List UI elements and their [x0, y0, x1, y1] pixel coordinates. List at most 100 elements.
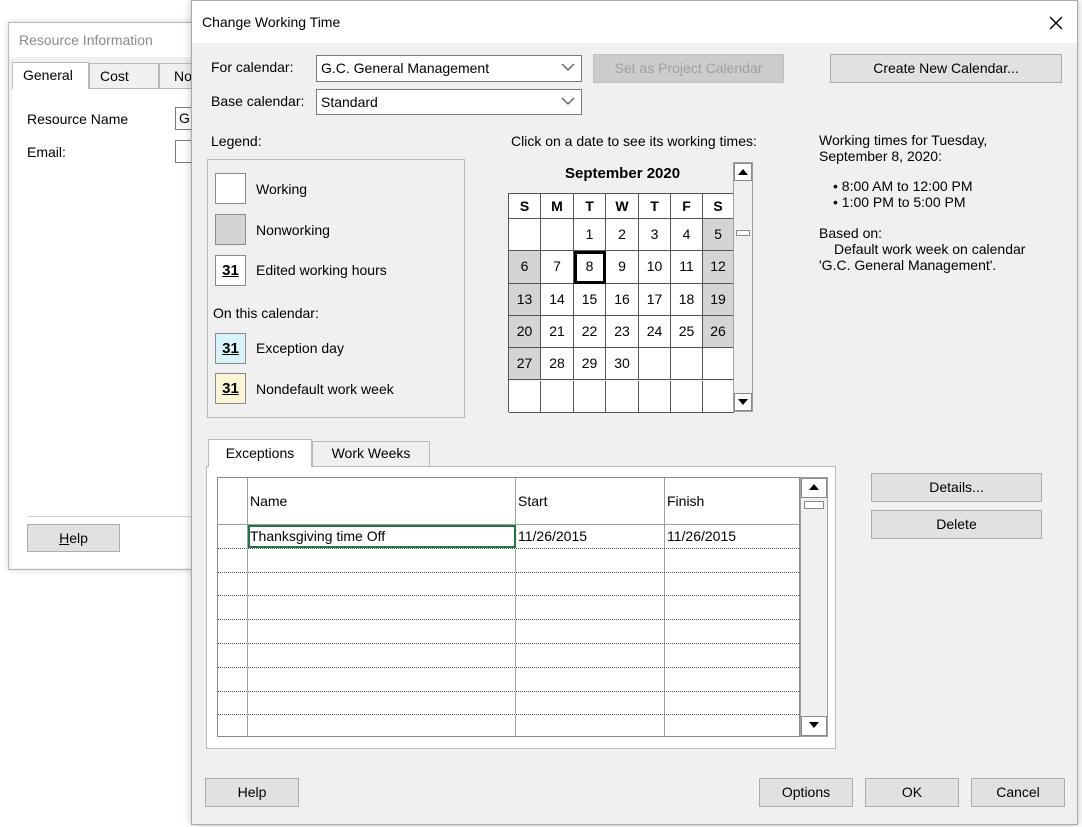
grid-cell-finish[interactable]: [665, 620, 799, 643]
calendar-day[interactable]: 24: [639, 315, 671, 349]
grid-scroll-thumb[interactable]: [804, 501, 824, 509]
tab-work-weeks[interactable]: Work Weeks: [312, 441, 430, 466]
calendar-empty-cell: [509, 380, 541, 413]
options-button[interactable]: Options: [759, 778, 853, 807]
calendar-day[interactable]: 17: [639, 283, 671, 316]
grid-row[interactable]: [218, 715, 799, 736]
calendar-day[interactable]: 29: [574, 348, 606, 381]
working-swatch: [215, 173, 246, 204]
help-button[interactable]: Help: [205, 778, 299, 807]
calendar-day[interactable]: 28: [541, 348, 574, 381]
calendar-scroll-down-icon[interactable]: [734, 393, 752, 411]
calendar-weekday-header: S: [509, 194, 541, 219]
calendar-day[interactable]: 3: [639, 219, 671, 252]
calendar-day[interactable]: 6: [509, 251, 541, 284]
grid-scrollbar[interactable]: [800, 477, 828, 737]
calendar-weekday-header: M: [541, 194, 574, 219]
grid-row[interactable]: [218, 644, 799, 668]
grid-cell-name[interactable]: [248, 715, 516, 736]
grid-cell-start[interactable]: [516, 715, 665, 736]
details-button[interactable]: Details...: [871, 473, 1042, 502]
grid-cell-start[interactable]: [516, 667, 665, 691]
calendar-day[interactable]: 26: [703, 315, 734, 349]
calendar-day[interactable]: 15: [574, 283, 606, 316]
grid-cell-name[interactable]: [248, 691, 516, 715]
grid-cell-finish[interactable]: [665, 692, 799, 715]
grid-row[interactable]: [218, 572, 799, 597]
grid-cell-start[interactable]: 11/26/2015: [516, 525, 665, 548]
grid-row[interactable]: Thanksgiving time Off 11/26/2015 11/26/201…: [218, 525, 799, 549]
calendar-scrollbar[interactable]: [733, 162, 753, 412]
calendar-day[interactable]: 18: [671, 283, 703, 316]
tab-general[interactable]: General: [12, 62, 89, 89]
grid-cell-name[interactable]: [248, 596, 516, 620]
grid-column-finish[interactable]: Finish: [665, 478, 799, 524]
grid-column-start[interactable]: Start: [516, 478, 665, 524]
based-on-line-1: Default work week on calendar: [834, 241, 1026, 257]
calendar-day[interactable]: 19: [703, 283, 734, 316]
calendar-day[interactable]: 10: [639, 251, 671, 284]
grid-scroll-up-icon[interactable]: [801, 478, 827, 498]
grid-cell-finish[interactable]: [665, 573, 799, 596]
grid-cell-finish[interactable]: [665, 596, 799, 619]
calendar-day[interactable]: 13: [509, 283, 541, 316]
grid-row[interactable]: [218, 620, 799, 644]
close-icon[interactable]: [1044, 11, 1068, 35]
calendar-day[interactable]: 5: [703, 219, 734, 252]
grid-cell-finish[interactable]: 11/26/2015: [665, 525, 799, 548]
calendar-day[interactable]: 2: [606, 219, 639, 252]
calendar-day[interactable]: 7: [541, 251, 574, 284]
grid-cell-start[interactable]: [516, 644, 665, 667]
calendar-day[interactable]: 21: [541, 315, 574, 349]
calendar-day[interactable]: 25: [671, 315, 703, 349]
calendar-day[interactable]: 27: [509, 348, 541, 381]
calendar-day[interactable]: 1: [574, 219, 606, 252]
resource-info-help-button[interactable]: Help: [27, 524, 120, 552]
calendar-day[interactable]: 9: [606, 251, 639, 284]
grid-cell-name[interactable]: [248, 548, 516, 572]
grid-cell-start[interactable]: [516, 691, 665, 715]
delete-button[interactable]: Delete: [871, 510, 1042, 539]
grid-cell-name[interactable]: Thanksgiving time Off: [248, 525, 516, 548]
calendar-day[interactable]: 11: [671, 251, 703, 284]
calendar-empty-cell: [671, 380, 703, 413]
calendar-day[interactable]: 23: [606, 315, 639, 349]
grid-cell-finish[interactable]: [665, 668, 799, 691]
tab-cost[interactable]: Cost: [89, 63, 159, 88]
calendar-day[interactable]: 30: [606, 348, 639, 381]
grid-scroll-down-icon[interactable]: [801, 716, 827, 736]
calendar-empty-cell: [541, 380, 574, 413]
grid-cell-start[interactable]: [516, 596, 665, 620]
grid-cell-name[interactable]: [248, 620, 516, 643]
set-as-project-calendar-button[interactable]: Set as Project Calendar: [593, 54, 784, 83]
grid-cell-start[interactable]: [516, 548, 665, 572]
calendar-day[interactable]: 22: [574, 315, 606, 349]
grid-column-name[interactable]: Name: [248, 478, 516, 524]
grid-cell-start[interactable]: [516, 572, 665, 596]
grid-row[interactable]: [218, 691, 799, 716]
grid-row[interactable]: [218, 548, 799, 573]
calendar-day[interactable]: 4: [671, 219, 703, 252]
create-new-calendar-button[interactable]: Create New Calendar...: [830, 54, 1062, 83]
tab-exceptions[interactable]: Exceptions: [208, 439, 312, 467]
grid-cell-finish[interactable]: [665, 644, 799, 667]
grid-cell-finish[interactable]: [665, 715, 799, 736]
cancel-button[interactable]: Cancel: [971, 778, 1065, 807]
calendar-day[interactable]: 12: [703, 251, 734, 284]
grid-cell-finish[interactable]: [665, 549, 799, 572]
grid-row[interactable]: [218, 596, 799, 621]
base-calendar-select[interactable]: Standard: [316, 89, 582, 115]
calendar-scroll-thumb[interactable]: [736, 230, 750, 236]
grid-cell-name[interactable]: [248, 667, 516, 691]
grid-row[interactable]: [218, 667, 799, 692]
ok-button[interactable]: OK: [865, 778, 959, 807]
calendar-day[interactable]: 8: [574, 251, 606, 284]
calendar-day[interactable]: 14: [541, 283, 574, 316]
for-calendar-select[interactable]: G.C. General Management: [316, 55, 582, 82]
grid-cell-name[interactable]: [248, 572, 516, 596]
calendar-scroll-up-icon[interactable]: [734, 163, 752, 181]
calendar-day[interactable]: 20: [509, 315, 541, 349]
calendar-day[interactable]: 16: [606, 283, 639, 316]
grid-cell-start[interactable]: [516, 620, 665, 643]
grid-cell-name[interactable]: [248, 644, 516, 667]
